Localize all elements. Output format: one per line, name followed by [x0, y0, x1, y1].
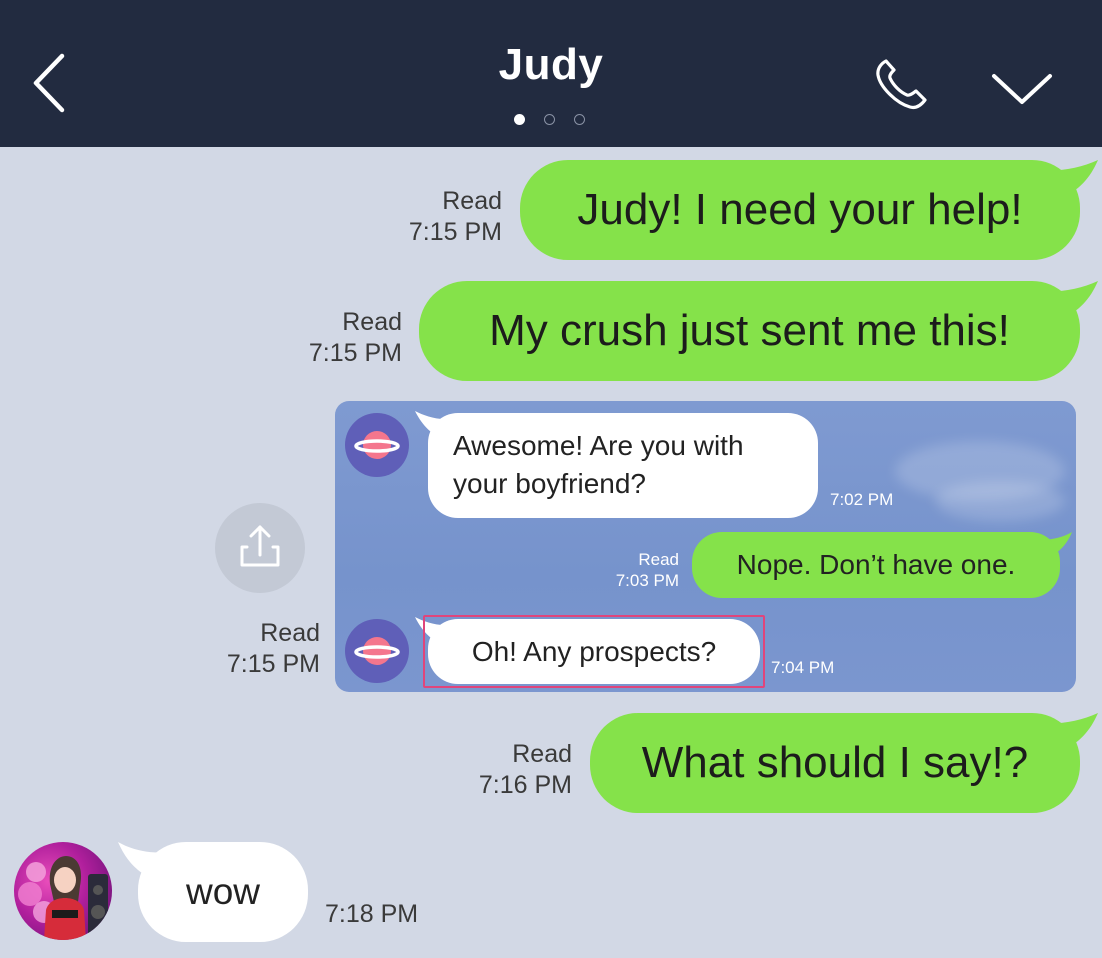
- avatar-image: [18, 856, 108, 940]
- share-button[interactable]: [215, 503, 305, 593]
- outgoing-message-bubble: Nope. Don’t have one.: [692, 532, 1060, 598]
- read-status: Read: [342, 308, 402, 336]
- page-indicator: [514, 114, 594, 128]
- message-text: What should I say!?: [641, 738, 1029, 787]
- phone-icon: [876, 59, 927, 110]
- embedded-screenshot-image[interactable]: Awesome! Are you with your boyfriend? 7:…: [335, 401, 1076, 692]
- chevron-down-icon: [992, 74, 1052, 104]
- chat-title: Judy: [498, 40, 604, 89]
- message-meta: Read 7:15 PM: [198, 618, 320, 680]
- outgoing-message-bubble[interactable]: My crush just sent me this!: [419, 281, 1080, 381]
- planet-avatar-icon: [345, 413, 409, 477]
- message-time: 7:15 PM: [408, 218, 502, 246]
- message-time: 7:16 PM: [478, 771, 572, 799]
- message-text: Judy! I need your help!: [577, 185, 1023, 234]
- planet-avatar-icon: [345, 619, 409, 683]
- message-text: wow: [185, 871, 261, 912]
- page-dot: [574, 114, 585, 125]
- outgoing-message-bubble[interactable]: Judy! I need your help!: [520, 160, 1080, 260]
- incoming-message-bubble: Awesome! Are you with your boyfriend?: [428, 413, 818, 518]
- message-text-line: your boyfriend?: [453, 468, 647, 499]
- outgoing-message-bubble[interactable]: What should I say!?: [590, 713, 1080, 813]
- chat-menu-button[interactable]: [990, 66, 1054, 108]
- message-text: Nope. Don’t have one.: [736, 549, 1016, 580]
- message-text-line: Awesome! Are you with: [453, 430, 744, 461]
- read-status: Read: [638, 550, 679, 569]
- contact-avatar[interactable]: [14, 842, 112, 940]
- share-icon: [240, 525, 280, 567]
- message-time: 7:02 PM: [830, 490, 894, 509]
- message-meta: Read 7:03 PM: [575, 549, 679, 591]
- message-meta: Read 7:15 PM: [380, 186, 502, 248]
- read-status: Read: [260, 619, 320, 647]
- message-time: 7:04 PM: [771, 658, 835, 677]
- message-time: 7:03 PM: [615, 571, 679, 590]
- message-meta: Read 7:16 PM: [450, 739, 572, 801]
- read-status: Read: [442, 187, 502, 215]
- page-dot: [544, 114, 555, 125]
- message-text: My crush just sent me this!: [489, 306, 1010, 355]
- read-status: Read: [512, 740, 572, 768]
- message-time: 7:18 PM: [325, 900, 419, 928]
- message-meta: Read 7:15 PM: [280, 307, 402, 369]
- message-time: 7:15 PM: [226, 650, 320, 678]
- highlight-box: [423, 615, 765, 688]
- call-button[interactable]: [872, 55, 932, 113]
- incoming-message-bubble[interactable]: wow: [138, 842, 308, 942]
- chat-header: Judy: [0, 0, 1102, 147]
- page-dot-active: [514, 114, 525, 125]
- message-time: 7:15 PM: [308, 339, 402, 367]
